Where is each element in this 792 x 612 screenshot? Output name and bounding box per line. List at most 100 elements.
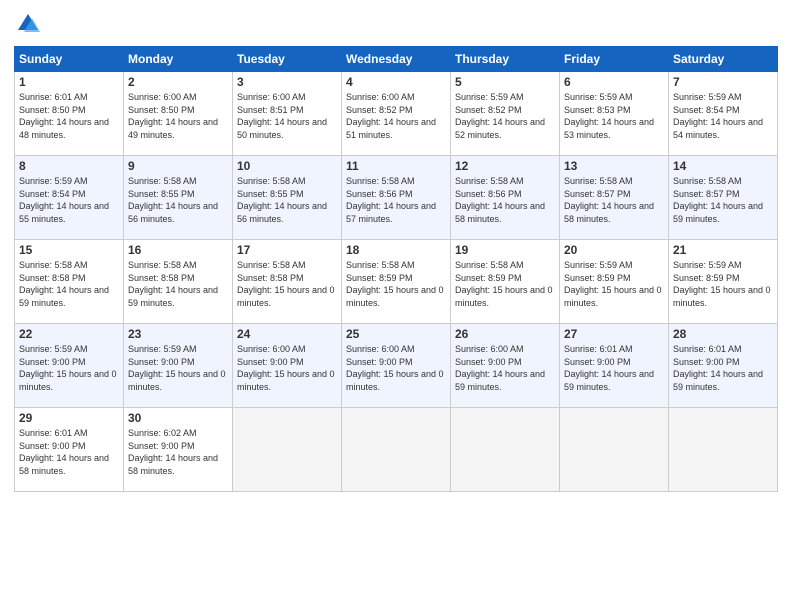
day-number: 30 [128,411,228,425]
day-info: Sunrise: 5:58 AMSunset: 8:57 PMDaylight:… [564,175,664,225]
calendar-cell: 19 Sunrise: 5:58 AMSunset: 8:59 PMDayligh… [451,240,560,324]
week-row-3: 15 Sunrise: 5:58 AMSunset: 8:58 PMDayligh… [15,240,778,324]
day-number: 20 [564,243,664,257]
calendar-cell: 13Sunrise: 5:58 AMSunset: 8:57 PMDayligh… [560,156,669,240]
calendar-cell: 10 Sunrise: 5:58 AMSunset: 8:55 PMDayligh… [233,156,342,240]
day-info: Sunrise: 5:58 AMSunset: 8:56 PMDaylight:… [455,175,555,225]
day-number: 26 [455,327,555,341]
week-row-1: 1 Sunrise: 6:01 AMSunset: 8:50 PMDaylight… [15,72,778,156]
day-number: 14 [673,159,773,173]
header-row: SundayMondayTuesdayWednesdayThursdayFrid… [15,47,778,72]
calendar-cell [669,408,778,492]
day-number: 11 [346,159,446,173]
week-row-2: 8 Sunrise: 5:59 AMSunset: 8:54 PMDaylight… [15,156,778,240]
day-number: 17 [237,243,337,257]
calendar-cell [560,408,669,492]
day-info: Sunrise: 5:58 AMSunset: 8:58 PMDaylight:… [19,259,119,309]
day-info: Sunrise: 6:01 AMSunset: 9:00 PMDaylight:… [564,343,664,393]
day-number: 6 [564,75,664,89]
day-info: Sunrise: 6:01 AMSunset: 9:00 PMDaylight:… [19,427,119,477]
calendar-cell: 14 Sunrise: 5:58 AMSunset: 8:57 PMDayligh… [669,156,778,240]
logo [14,10,46,38]
calendar-cell: 28 Sunrise: 6:01 AMSunset: 9:00 PMDayligh… [669,324,778,408]
day-number: 22 [19,327,119,341]
day-number: 25 [346,327,446,341]
day-number: 15 [19,243,119,257]
header [14,10,778,38]
day-number: 12 [455,159,555,173]
day-info: Sunrise: 6:00 AMSunset: 8:51 PMDaylight:… [237,91,337,141]
day-info: Sunrise: 5:58 AMSunset: 8:58 PMDaylight:… [128,259,228,309]
col-header-wednesday: Wednesday [342,47,451,72]
day-info: Sunrise: 5:59 AMSunset: 8:54 PMDaylight:… [673,91,773,141]
day-info: Sunrise: 5:58 AMSunset: 8:55 PMDaylight:… [237,175,337,225]
calendar: SundayMondayTuesdayWednesdayThursdayFrid… [14,46,778,492]
day-number: 21 [673,243,773,257]
day-info: Sunrise: 5:59 AMSunset: 9:00 PMDaylight:… [128,343,228,393]
calendar-cell: 8 Sunrise: 5:59 AMSunset: 8:54 PMDaylight… [15,156,124,240]
calendar-cell: 7 Sunrise: 5:59 AMSunset: 8:54 PMDaylight… [669,72,778,156]
calendar-cell: 1 Sunrise: 6:01 AMSunset: 8:50 PMDaylight… [15,72,124,156]
logo-icon [14,10,42,38]
week-row-4: 22 Sunrise: 5:59 AMSunset: 9:00 PMDayligh… [15,324,778,408]
calendar-cell: 16 Sunrise: 5:58 AMSunset: 8:58 PMDayligh… [124,240,233,324]
day-info: Sunrise: 5:59 AMSunset: 8:52 PMDaylight:… [455,91,555,141]
day-info: Sunrise: 6:00 AMSunset: 9:00 PMDaylight:… [237,343,337,393]
day-info: Sunrise: 6:01 AMSunset: 8:50 PMDaylight:… [19,91,119,141]
calendar-cell [451,408,560,492]
col-header-saturday: Saturday [669,47,778,72]
day-info: Sunrise: 5:59 AMSunset: 8:54 PMDaylight:… [19,175,119,225]
day-info: Sunrise: 6:01 AMSunset: 9:00 PMDaylight:… [673,343,773,393]
page: SundayMondayTuesdayWednesdayThursdayFrid… [0,0,792,612]
day-info: Sunrise: 5:58 AMSunset: 8:55 PMDaylight:… [128,175,228,225]
calendar-cell: 24 Sunrise: 6:00 AMSunset: 9:00 PMDayligh… [233,324,342,408]
day-info: Sunrise: 5:59 AMSunset: 8:59 PMDaylight:… [564,259,664,309]
day-number: 9 [128,159,228,173]
col-header-sunday: Sunday [15,47,124,72]
day-number: 16 [128,243,228,257]
day-number: 24 [237,327,337,341]
calendar-cell [233,408,342,492]
day-number: 2 [128,75,228,89]
day-number: 1 [19,75,119,89]
day-info: Sunrise: 5:58 AMSunset: 8:58 PMDaylight:… [237,259,337,309]
day-info: Sunrise: 6:00 AMSunset: 8:50 PMDaylight:… [128,91,228,141]
day-info: Sunrise: 5:58 AMSunset: 8:59 PMDaylight:… [455,259,555,309]
day-info: Sunrise: 5:58 AMSunset: 8:56 PMDaylight:… [346,175,446,225]
day-info: Sunrise: 6:00 AMSunset: 9:00 PMDaylight:… [346,343,446,393]
calendar-cell: 3Sunrise: 6:00 AMSunset: 8:51 PMDaylight… [233,72,342,156]
day-number: 28 [673,327,773,341]
day-number: 19 [455,243,555,257]
calendar-cell: 22 Sunrise: 5:59 AMSunset: 9:00 PMDayligh… [15,324,124,408]
calendar-cell: 11 Sunrise: 5:58 AMSunset: 8:56 PMDayligh… [342,156,451,240]
week-row-5: 29Sunrise: 6:01 AMSunset: 9:00 PMDayligh… [15,408,778,492]
col-header-thursday: Thursday [451,47,560,72]
calendar-cell: 6 Sunrise: 5:59 AMSunset: 8:53 PMDaylight… [560,72,669,156]
calendar-cell: 9 Sunrise: 5:58 AMSunset: 8:55 PMDaylight… [124,156,233,240]
day-info: Sunrise: 6:00 AMSunset: 9:00 PMDaylight:… [455,343,555,393]
day-number: 27 [564,327,664,341]
day-info: Sunrise: 5:59 AMSunset: 8:53 PMDaylight:… [564,91,664,141]
day-number: 4 [346,75,446,89]
day-info: Sunrise: 5:59 AMSunset: 8:59 PMDaylight:… [673,259,773,309]
calendar-cell: 26 Sunrise: 6:00 AMSunset: 9:00 PMDayligh… [451,324,560,408]
calendar-cell: 23 Sunrise: 5:59 AMSunset: 9:00 PMDayligh… [124,324,233,408]
col-header-monday: Monday [124,47,233,72]
day-info: Sunrise: 6:02 AMSunset: 9:00 PMDaylight:… [128,427,228,477]
day-number: 10 [237,159,337,173]
day-info: Sunrise: 5:58 AMSunset: 8:59 PMDaylight:… [346,259,446,309]
calendar-cell: 18Sunrise: 5:58 AMSunset: 8:59 PMDayligh… [342,240,451,324]
calendar-cell [342,408,451,492]
calendar-cell: 2 Sunrise: 6:00 AMSunset: 8:50 PMDaylight… [124,72,233,156]
day-info: Sunrise: 6:00 AMSunset: 8:52 PMDaylight:… [346,91,446,141]
calendar-cell: 17 Sunrise: 5:58 AMSunset: 8:58 PMDayligh… [233,240,342,324]
calendar-cell: 30 Sunrise: 6:02 AMSunset: 9:00 PMDayligh… [124,408,233,492]
calendar-cell: 4 Sunrise: 6:00 AMSunset: 8:52 PMDaylight… [342,72,451,156]
day-number: 8 [19,159,119,173]
calendar-cell: 15 Sunrise: 5:58 AMSunset: 8:58 PMDayligh… [15,240,124,324]
day-info: Sunrise: 5:58 AMSunset: 8:57 PMDaylight:… [673,175,773,225]
calendar-cell: 25 Sunrise: 6:00 AMSunset: 9:00 PMDayligh… [342,324,451,408]
day-number: 7 [673,75,773,89]
day-info: Sunrise: 5:59 AMSunset: 9:00 PMDaylight:… [19,343,119,393]
day-number: 23 [128,327,228,341]
